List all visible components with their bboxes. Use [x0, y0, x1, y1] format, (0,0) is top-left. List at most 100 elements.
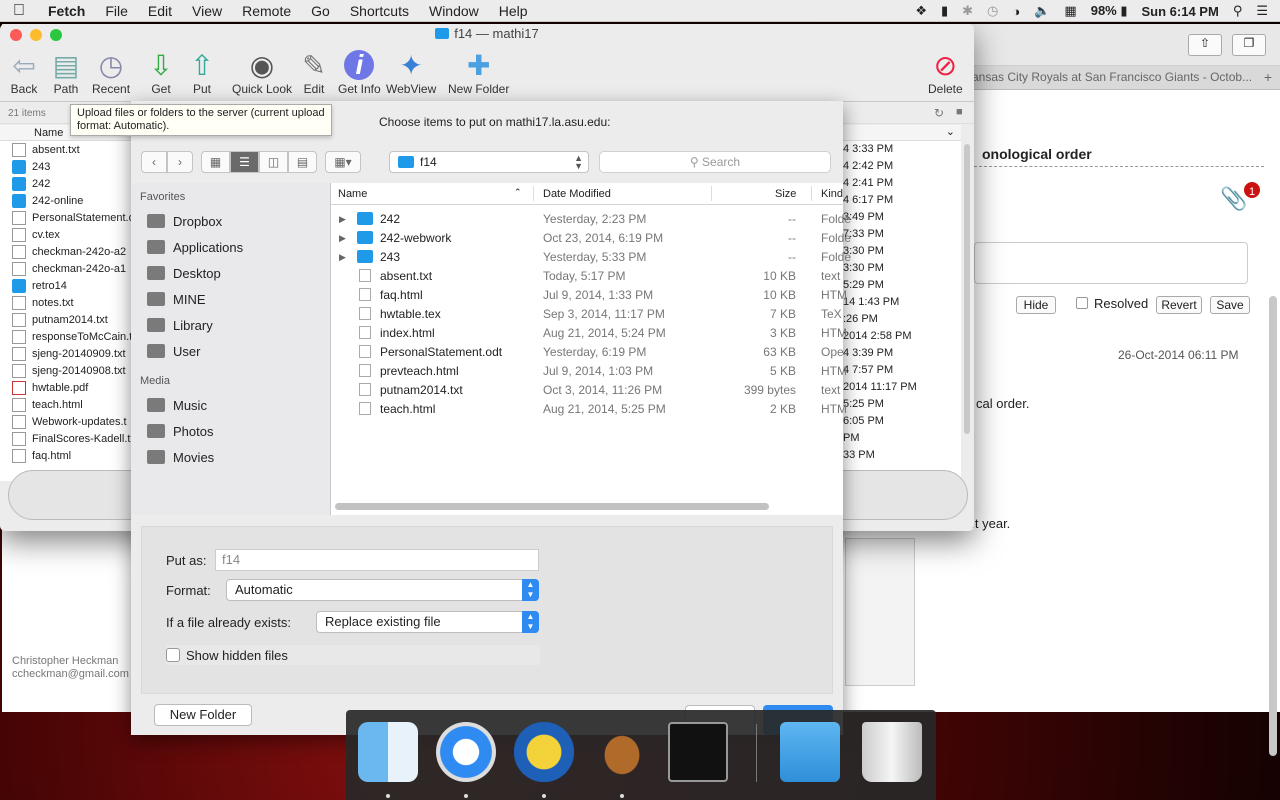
fetch-file-row[interactable]: sjeng-20140908.txt	[0, 362, 135, 379]
menu-go[interactable]: Go	[301, 0, 340, 22]
nav-forward-button[interactable]: ›	[167, 151, 193, 173]
fetch-file-row[interactable]: 242-online	[0, 192, 135, 209]
folder-path-popup[interactable]: f14 ▲ ▼	[389, 151, 589, 173]
fetch-file-row[interactable]: putnam2014.txt	[0, 311, 135, 328]
sidebar-item-desktop[interactable]: Desktop	[147, 261, 221, 285]
fetch-file-row[interactable]: checkman-242o-a2	[0, 243, 135, 260]
fetch-file-row[interactable]: sjeng-20140909.txt	[0, 345, 135, 362]
file-row[interactable]: ▶ 242-webwork Oct 23, 2014, 6:19 PM -- Folde	[331, 228, 851, 247]
file-row[interactable]: absent.txt Today, 5:17 PM 10 KB text	[331, 266, 843, 285]
dock-item-finder[interactable]	[356, 720, 420, 784]
dock-item-terminal[interactable]	[666, 720, 730, 784]
new-tab-icon[interactable]: +	[1264, 69, 1272, 85]
sidebar-item-applications[interactable]: Applications	[147, 235, 243, 259]
edit-button[interactable]: ✎ Edit	[298, 50, 330, 97]
dock-item-trash[interactable]	[860, 720, 924, 784]
new-folder-button[interactable]: ✚ New Folder	[448, 50, 509, 97]
fetch-file-row[interactable]: FinalScores-Kadell.t	[0, 430, 135, 447]
dock-item-bbedit[interactable]	[512, 720, 576, 784]
input-menu-icon[interactable]: ▦	[1064, 3, 1076, 19]
arrange-button[interactable]: ▦▾	[325, 151, 361, 173]
fetch-file-row[interactable]: 242	[0, 175, 135, 192]
sidebar-item-photos[interactable]: Photos	[147, 419, 213, 443]
fetch-file-row[interactable]: notes.txt	[0, 294, 135, 311]
dock-item-safari[interactable]	[434, 720, 498, 784]
notification-center-icon[interactable]: ☰	[1256, 3, 1268, 19]
fetch-file-row[interactable]: cv.tex	[0, 226, 135, 243]
webview-button[interactable]: ✦ WebView	[386, 50, 436, 97]
save-button[interactable]: Save	[1210, 296, 1250, 314]
menu-edit[interactable]: Edit	[138, 0, 182, 22]
file-row[interactable]: ▶ 243 Yesterday, 5:33 PM -- Folde	[331, 247, 851, 266]
column-date-header[interactable]: Date Modified	[543, 188, 611, 200]
format-popup[interactable]: Automatic ▲ ▼	[226, 579, 539, 601]
fetch-file-row[interactable]: Webwork-updates.t	[0, 413, 135, 430]
get-button[interactable]: ⇩ Get	[145, 50, 177, 97]
disclosure-triangle-icon[interactable]: ▶	[339, 233, 346, 244]
path-button[interactable]: ▤ Path	[50, 50, 82, 97]
file-row[interactable]: ▶ 242 Yesterday, 2:23 PM -- Folde	[331, 209, 851, 228]
file-exists-popup[interactable]: Replace existing file ▲ ▼	[316, 611, 539, 633]
fetch-file-row[interactable]: 243	[0, 158, 135, 175]
fetch-file-row[interactable]: responseToMcCain.t	[0, 328, 135, 345]
fetch-file-row[interactable]: PersonalStatement.odt	[0, 209, 135, 226]
fetch-list-scrollbar[interactable]	[964, 144, 970, 434]
sidebar-item-dropbox[interactable]: Dropbox	[147, 209, 222, 233]
column-size-header[interactable]: Size	[775, 188, 796, 200]
menu-shortcuts[interactable]: Shortcuts	[340, 0, 419, 22]
menu-file[interactable]: File	[95, 0, 138, 22]
fetch-file-row[interactable]: retro14	[0, 277, 135, 294]
show-hidden-checkbox[interactable]	[166, 648, 180, 662]
fetch-file-row[interactable]: teach.html	[0, 396, 135, 413]
sidebar-item-music[interactable]: Music	[147, 393, 207, 417]
file-row[interactable]: hwtable.tex Sep 3, 2014, 11:17 PM 7 KB TeX	[331, 304, 843, 323]
column-name-header[interactable]: Name	[338, 188, 367, 200]
menu-help[interactable]: Help	[489, 0, 538, 22]
file-row[interactable]: teach.html Aug 21, 2014, 5:25 PM 2 KB HTM	[331, 399, 847, 418]
mic-icon[interactable]: ▮	[941, 3, 948, 19]
fetch-kind-header[interactable]: ⌄	[843, 125, 961, 141]
file-row[interactable]: faq.html Jul 9, 2014, 1:33 PM 10 KB HTM	[331, 285, 847, 304]
sidebar-item-movies[interactable]: Movies	[147, 445, 214, 469]
view-icon-button[interactable]: ▦	[201, 151, 230, 173]
quick-look-button[interactable]: ◉ Quick Look	[232, 50, 292, 97]
fetch-file-row[interactable]: hwtable.pdf	[0, 379, 135, 396]
view-coverflow-button[interactable]: ▤	[288, 151, 317, 173]
horizontal-scrollbar[interactable]	[335, 503, 769, 510]
recent-button[interactable]: ◷ Recent	[92, 50, 130, 97]
back-button[interactable]: ⇦ Back	[8, 50, 40, 97]
clock[interactable]: Sun 6:14 PM	[1142, 4, 1219, 19]
tabs-button[interactable]: ❐	[1232, 34, 1266, 56]
revert-button[interactable]: Revert	[1156, 296, 1202, 314]
apple-menu-icon[interactable]: 	[0, 2, 38, 20]
refresh-icon[interactable]: ↻	[934, 106, 944, 120]
bluetooth-icon[interactable]: ✱	[962, 3, 973, 19]
put-as-field[interactable]: f14	[215, 549, 539, 571]
resolved-checkbox[interactable]	[1076, 297, 1088, 309]
menu-view[interactable]: View	[182, 0, 232, 22]
nav-back-button[interactable]: ‹	[141, 151, 167, 173]
show-hidden-files-row[interactable]: Show hidden files	[166, 645, 540, 665]
time-machine-icon[interactable]: ◷	[987, 3, 998, 19]
view-list-button[interactable]: ☰	[230, 151, 259, 173]
menu-remote[interactable]: Remote	[232, 0, 301, 22]
share-button[interactable]: ⇧	[1188, 34, 1222, 56]
browser-scrollbar[interactable]	[1269, 296, 1277, 756]
dropbox-icon[interactable]: ❖	[915, 3, 927, 19]
menu-window[interactable]: Window	[419, 0, 489, 22]
get-info-button[interactable]: i Get Info	[338, 49, 381, 96]
view-column-button[interactable]: ◫	[259, 151, 288, 173]
delete-button[interactable]: ⊘ Delete	[928, 50, 963, 97]
search-field[interactable]: ⚲ Search	[599, 151, 831, 173]
volume-icon[interactable]: 🔈	[1034, 3, 1050, 19]
disclosure-triangle-icon[interactable]: ▶	[339, 214, 346, 225]
dock-item-fetch[interactable]	[590, 720, 654, 784]
column-kind-header[interactable]: Kind	[821, 188, 843, 200]
file-row[interactable]: PersonalStatement.odt Yesterday, 6:19 PM 6…	[331, 342, 844, 361]
file-row[interactable]: prevteach.html Jul 9, 2014, 1:03 PM 5 KB HT…	[331, 361, 847, 380]
spotlight-icon[interactable]: ⚲	[1233, 3, 1243, 19]
fetch-file-row[interactable]: absent.txt	[0, 141, 135, 158]
dock-item-applications-folder[interactable]	[778, 720, 842, 784]
sidebar-item-mine[interactable]: MINE	[147, 287, 206, 311]
file-row[interactable]: putnam2014.txt Oct 3, 2014, 11:26 PM 399 b…	[331, 380, 843, 399]
